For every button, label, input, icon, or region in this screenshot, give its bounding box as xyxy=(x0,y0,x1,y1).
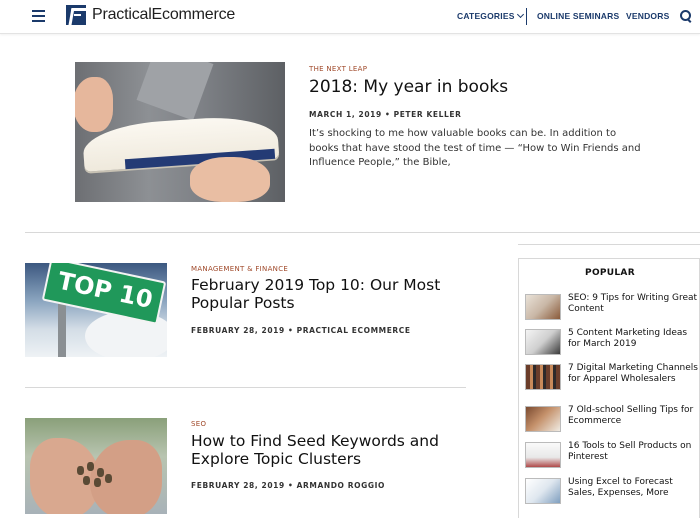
popular-item-label[interactable]: Using Excel to Forecast Sales, Expenses,… xyxy=(568,477,700,498)
popular-item[interactable]: 16 Tools to Sell Products on Pinterest xyxy=(525,441,700,476)
article-thumbnail-seeds[interactable] xyxy=(25,418,167,514)
article-thumbnail-top10[interactable]: TOP 10 xyxy=(25,263,167,357)
article-meta: MARCH 1, 2019 • PETER KELLER xyxy=(309,110,462,119)
nav-online-seminars[interactable]: ONLINE SEMINARS xyxy=(537,11,619,21)
article-excerpt: It’s shocking to me how valuable books c… xyxy=(309,128,641,168)
site-header: PracticalEcommerce CATEGORIES ONLINE SEM… xyxy=(0,0,700,34)
popular-item-thumbnail[interactable] xyxy=(525,442,561,468)
popular-item[interactable]: 5 Content Marketing Ideas for March 2019 xyxy=(525,328,700,363)
popular-item-label[interactable]: 7 Old-school Selling Tips for Ecommerce xyxy=(568,405,700,426)
sidebar-divider xyxy=(518,244,700,245)
article-thumbnail-books[interactable] xyxy=(75,62,285,202)
article-meta: FEBRUARY 28, 2019 • ARMANDO ROGGIO xyxy=(191,481,385,490)
popular-item-thumbnail[interactable] xyxy=(525,364,561,390)
article-title[interactable]: 2018: My year in books xyxy=(309,77,508,97)
popular-item-label[interactable]: 16 Tools to Sell Products on Pinterest xyxy=(568,441,700,462)
nav-categories-label: CATEGORIES xyxy=(457,11,515,21)
menu-icon[interactable] xyxy=(32,10,45,22)
popular-item-label[interactable]: 5 Content Marketing Ideas for March 2019 xyxy=(568,328,700,349)
nav-divider xyxy=(526,8,527,25)
popular-item-thumbnail[interactable] xyxy=(525,329,561,355)
popular-heading: POPULAR xyxy=(585,268,635,278)
article-title[interactable]: February 2019 Top 10: Our Most Popular P… xyxy=(191,276,481,312)
popular-item-label[interactable]: SEO: 9 Tips for Writing Great Content xyxy=(568,293,700,314)
top10-sign-text: TOP 10 xyxy=(55,266,156,314)
article-meta: FEBRUARY 28, 2019 • PRACTICAL ECOMMERCE xyxy=(191,326,411,335)
nav-vendors[interactable]: VENDORS xyxy=(626,11,669,21)
popular-item-thumbnail[interactable] xyxy=(525,478,561,504)
divider xyxy=(25,387,466,388)
logo-icon[interactable] xyxy=(66,5,86,25)
popular-item-label[interactable]: 7 Digital Marketing Channels for Apparel… xyxy=(568,363,700,384)
popular-item-thumbnail[interactable] xyxy=(525,294,561,320)
article-title[interactable]: How to Find Seed Keywords and Explore To… xyxy=(191,432,471,468)
chevron-down-icon xyxy=(516,10,524,19)
search-icon[interactable] xyxy=(680,10,692,23)
article-category[interactable]: MANAGEMENT & FINANCE xyxy=(191,265,288,273)
article-category[interactable]: SEO xyxy=(191,420,206,428)
divider xyxy=(25,232,700,233)
nav-categories[interactable]: CATEGORIES xyxy=(457,10,524,21)
popular-item[interactable]: 7 Digital Marketing Channels for Apparel… xyxy=(525,363,700,398)
article-category[interactable]: THE NEXT LEAP xyxy=(309,65,367,73)
popular-item[interactable]: SEO: 9 Tips for Writing Great Content xyxy=(525,293,700,328)
popular-item[interactable]: Using Excel to Forecast Sales, Expenses,… xyxy=(525,477,700,512)
popular-item-thumbnail[interactable] xyxy=(525,406,561,432)
popular-item[interactable]: 7 Old-school Selling Tips for Ecommerce xyxy=(525,405,700,440)
popular-sidebar: POPULAR SEO: 9 Tips for Writing Great Co… xyxy=(518,258,700,518)
site-logo[interactable]: PracticalEcommerce xyxy=(92,6,235,24)
